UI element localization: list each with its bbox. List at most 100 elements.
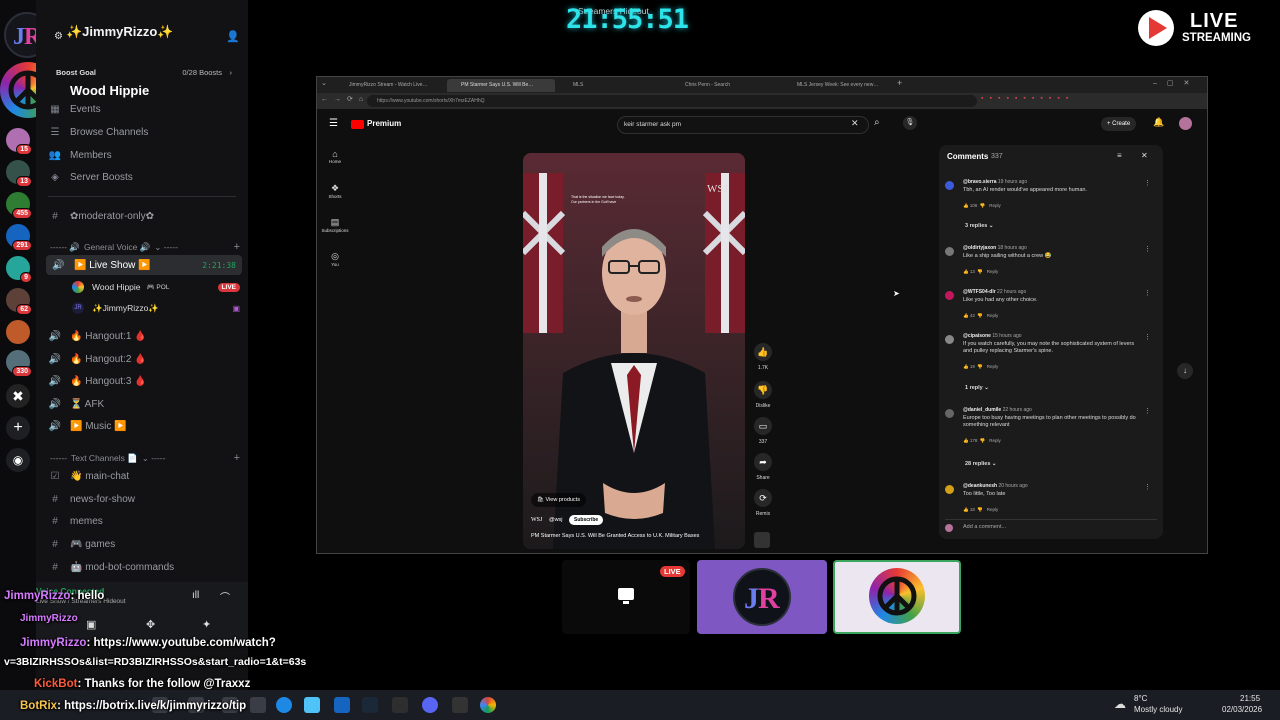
account-avatar[interactable]	[1179, 117, 1192, 130]
obs-icon[interactable]	[452, 697, 468, 713]
view-products-button[interactable]: 🛍 View products	[531, 493, 586, 507]
notifications-bell-icon[interactable]: 🔔	[1153, 117, 1164, 128]
extension-icons[interactable]: ▪▪▪▪▪▪▪▪▪▪▪	[981, 95, 1074, 102]
browser-tab[interactable]: JimmyRizzo Stream - Watch Live…	[335, 79, 443, 92]
dislike-button[interactable]: 👎 Dislike	[743, 381, 783, 409]
comment-author[interactable]: @oldirtyjaxon 18 hours ago	[963, 245, 1027, 251]
sort-comments-icon[interactable]: ≡	[1117, 151, 1122, 160]
search-input[interactable]: keir starmer ask pm	[617, 116, 869, 134]
tile-jimmyrizzo[interactable]: JR	[697, 560, 827, 634]
close-comments-icon[interactable]: ✕	[1141, 151, 1148, 160]
reply-button[interactable]: Reply	[989, 438, 1001, 443]
server-icon-5[interactable]: 9	[6, 256, 32, 283]
add-channel-icon[interactable]: +	[234, 452, 240, 464]
like-button[interactable]: 👍 1.7K	[743, 343, 783, 371]
tile-screen-share[interactable]: LIVE	[562, 560, 690, 634]
subscribe-button[interactable]: Subscribe	[569, 515, 604, 525]
server-icon-9[interactable]: ✖	[6, 384, 30, 408]
tab-list-icon[interactable]: ⌄	[321, 79, 327, 87]
server-icon-4[interactable]: 291	[6, 224, 32, 251]
reply-button[interactable]: Reply	[987, 364, 999, 369]
voice-member-jimmyrizzo[interactable]: JR ✨JimmyRizzo✨ ▣	[72, 300, 240, 316]
more-options-icon[interactable]: ⋮	[1144, 407, 1151, 415]
channel-hangout-1[interactable]: 🔊 🔥 Hangout:1 🩸	[48, 326, 244, 346]
nav-subscriptions[interactable]: ▤ Subscriptions	[317, 217, 353, 233]
channel-moderator-only[interactable]: # ✿moderator-only✿	[48, 206, 244, 226]
soundboard-icon[interactable]: ✦	[202, 618, 211, 631]
youtube-logo-icon[interactable]	[351, 120, 364, 129]
invite-user-icon[interactable]: 👤	[226, 30, 240, 43]
browser-tab[interactable]: MLS Jersey Week: See every new…	[783, 79, 893, 92]
reply-button[interactable]: Reply	[987, 507, 999, 512]
comment-author[interactable]: @cipaisone 15 hours ago	[963, 333, 1022, 339]
channel-hangout-3[interactable]: 🔊 🔥 Hangout:3 🩸	[48, 371, 244, 391]
channel-music[interactable]: 🔊 ▶️ Music ▶️	[48, 416, 244, 436]
tile-wood-hippie[interactable]	[833, 560, 961, 634]
channel-memes[interactable]: # memes	[48, 511, 244, 531]
short-video[interactable]: That is the situation we face today. Our…	[523, 153, 745, 549]
more-options-icon[interactable]: ⋮	[1144, 289, 1151, 297]
channel-handle[interactable]: @wsj	[549, 517, 563, 523]
nav-shorts[interactable]: ❖ Shorts	[317, 183, 353, 199]
clear-search-icon[interactable]: ✕	[851, 118, 859, 129]
url-input[interactable]: https://www.youtube.com/shorts/Xh7mzEZAH…	[367, 95, 977, 107]
channel-hangout-2[interactable]: 🔊 🔥 Hangout:2 🩸	[48, 349, 244, 369]
browser-tab[interactable]: MLS	[559, 79, 667, 92]
server-icon-8[interactable]: 330	[6, 350, 32, 377]
nav-you[interactable]: ◎ You	[317, 251, 353, 267]
more-options-icon[interactable]: ⋮	[1144, 245, 1151, 253]
server-icon-7[interactable]	[6, 320, 30, 344]
comment-actions[interactable]: 👍 178 👎 Reply	[963, 438, 1001, 444]
steam-icon[interactable]	[362, 697, 378, 713]
window-controls[interactable]: –▢✕	[1153, 79, 1199, 87]
channel-afk[interactable]: 🔊 ⏳ AFK	[48, 394, 244, 414]
app-icon[interactable]	[392, 697, 408, 713]
reply-button[interactable]: Reply	[987, 269, 999, 274]
more-options-icon[interactable]: ⋮	[1144, 333, 1151, 341]
sound-thumbnail[interactable]	[754, 532, 770, 548]
server-icon-6[interactable]: 62	[6, 288, 32, 315]
nav-events[interactable]: ▦ Events	[48, 99, 244, 119]
disconnect-icon[interactable]: ⌒	[220, 589, 230, 604]
nav-buttons[interactable]: ←→⟳⌂	[321, 95, 369, 103]
share-button[interactable]: ➦ Share	[743, 453, 783, 481]
create-button[interactable]: + Create	[1101, 117, 1137, 131]
view-replies-button[interactable]: 3 replies ⌄	[965, 223, 993, 229]
channel-live-show[interactable]: 🔊 ▶️ Live Show ▶️ 2:21:38	[46, 255, 242, 275]
comment-actions[interactable]: 👍 13 👎 Reply	[963, 269, 998, 275]
comment-author[interactable]: @WTFS04-dlr 22 hours ago	[963, 289, 1026, 295]
hamburger-menu-icon[interactable]: ☰	[329, 118, 338, 129]
reply-button[interactable]: Reply	[989, 203, 1001, 208]
server-title[interactable]: Wood Hippie	[70, 83, 149, 98]
server-icon-1[interactable]: 15	[6, 128, 32, 155]
add-comment-input[interactable]: Add a comment...	[945, 519, 1157, 533]
settings-gear-icon[interactable]: ⚙	[54, 31, 63, 42]
store-icon[interactable]	[304, 697, 320, 713]
taskbar-app-icon[interactable]	[250, 697, 266, 713]
comment-author[interactable]: @bravo.sierra 19 hours ago	[963, 179, 1027, 185]
view-replies-button[interactable]: 28 replies ⌄	[965, 461, 997, 467]
mic-icon[interactable]: 🎙	[903, 116, 917, 130]
browser-tab[interactable]: Chris Penn - Search	[671, 79, 779, 92]
nav-browse-channels[interactable]: ☰ Browse Channels	[48, 122, 244, 142]
voice-signal-icon[interactable]: ıll	[192, 590, 199, 601]
view-replies-button[interactable]: 1 reply ⌄	[965, 385, 989, 391]
comment-actions[interactable]: 👍 18 👎 Reply	[963, 507, 998, 513]
search-icon[interactable]: ⌕	[874, 117, 880, 128]
channel-games[interactable]: # 🎮 games	[48, 534, 244, 554]
server-icon-3[interactable]: 455	[6, 192, 32, 219]
channel-main-chat[interactable]: ☑ 👋 main-chat	[48, 466, 244, 486]
browser-tab-active[interactable]: PM Starmer Says U.S. Will Be…	[447, 79, 555, 92]
comment-actions[interactable]: 👍 42 👎 Reply	[963, 313, 998, 319]
more-options-icon[interactable]: ⋮	[1144, 179, 1151, 187]
nav-home[interactable]: ⌂ Home	[317, 149, 353, 164]
chrome-icon[interactable]	[480, 697, 496, 713]
add-channel-icon[interactable]: +	[234, 241, 240, 253]
boost-goal[interactable]: Boost Goal 0/28 Boosts ›	[56, 68, 232, 80]
discord-icon[interactable]	[422, 697, 438, 713]
add-server-icon[interactable]: +	[6, 416, 30, 440]
channel-news-for-show[interactable]: # news-for-show	[48, 489, 244, 509]
edge-icon[interactable]	[276, 697, 292, 713]
scroll-down-icon[interactable]: ↓	[1177, 363, 1193, 379]
comment-actions[interactable]: 👍 19 👎 Reply	[963, 364, 998, 370]
